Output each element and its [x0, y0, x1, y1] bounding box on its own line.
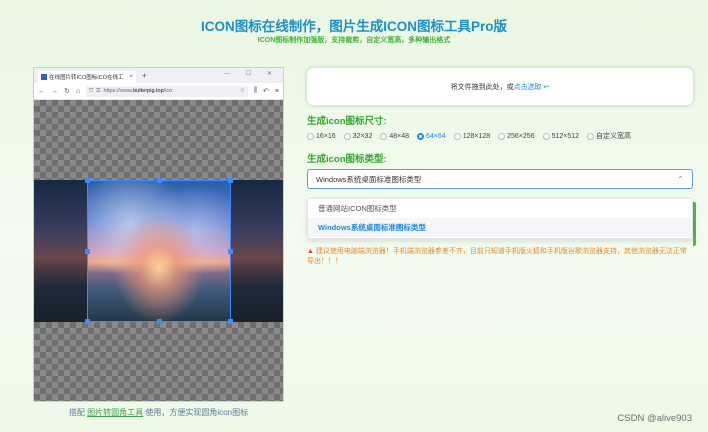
radio-icon[interactable]	[498, 132, 506, 140]
radio-icon[interactable]	[587, 132, 595, 140]
file-dropzone[interactable]: 将文件拖到此处，或 点击选取 ↩	[307, 68, 693, 105]
crop-handle[interactable]	[157, 319, 162, 324]
browser-warning: ▲ 建议使用电脑端浏览器！手机端浏览器参差不齐，目前只知道手机版火狐和手机版谷歌…	[307, 248, 687, 265]
radio-icon[interactable]	[417, 132, 425, 140]
undo-icon[interactable]: ↶	[263, 87, 269, 95]
browser-preview: 在线图片转ICO图标ICO在线工 × + — ☐ ✕ ← → ↻ ⌂ ⛉ ⚿ h…	[33, 67, 284, 402]
size-option-label: 512×512	[551, 132, 580, 140]
crop-handle[interactable]	[228, 178, 233, 183]
crop-box[interactable]	[85, 178, 233, 324]
left-caption: 搭配 图片转圆角工具 使用，方便实现圆角icon图标	[68, 408, 249, 417]
crop-handle[interactable]	[228, 249, 233, 254]
url-bar[interactable]: ⛉ ⚿ https://www.butterpig.top/ico ☆	[86, 85, 248, 97]
reload-icon[interactable]: ↻	[64, 87, 70, 95]
back-icon[interactable]: ←	[38, 88, 45, 95]
new-tab-button[interactable]: +	[142, 71, 147, 80]
size-option[interactable]: 256×256	[498, 132, 535, 140]
size-option-label: 48×48	[389, 132, 410, 140]
watermark: CSDN @alive903	[617, 413, 692, 424]
browser-tab-title: 在线图片转ICO图标ICO在线工	[49, 74, 124, 81]
size-option-label: 64×64	[426, 132, 446, 140]
size-option-label: 32×32	[352, 132, 373, 140]
browser-tabbar: 在线图片转ICO图标ICO在线工 × + — ☐ ✕	[34, 68, 283, 83]
size-section-title: 生成icon图标尺寸:	[307, 116, 387, 127]
image-canvas[interactable]	[34, 100, 283, 401]
url-text: https://www.butterpig.top/ico	[103, 88, 173, 94]
size-option[interactable]: 512×512	[542, 132, 580, 140]
browser-navbar: ← → ↻ ⌂ ⛉ ⚿ https://www.butterpig.top/ic…	[34, 83, 283, 100]
crop-handle[interactable]	[85, 319, 90, 324]
crop-handle[interactable]	[85, 178, 90, 183]
icon-type-dropdown: 普通网站ICON图标类型 Windows系统桌面标准图标类型	[307, 198, 693, 239]
icon-type-selected: Windows系统桌面标准图标类型	[316, 174, 422, 184]
generate-button-edge[interactable]	[693, 202, 696, 246]
crop-handle[interactable]	[228, 319, 233, 324]
size-option[interactable]: 128×128	[453, 132, 491, 140]
radio-icon[interactable]	[453, 132, 461, 140]
warning-icon: ▲	[307, 248, 314, 255]
radio-icon[interactable]	[542, 132, 550, 140]
page-title: ICON图标在线制作，图片生成ICON图标工具Pro版	[200, 19, 507, 34]
size-option-label: 16×16	[316, 132, 336, 140]
size-option[interactable]: 16×16	[307, 132, 336, 140]
size-option-label: 128×128	[462, 132, 491, 140]
crop-mask-right	[231, 180, 283, 322]
dropdown-option[interactable]: Windows系统桌面标准图标类型	[308, 218, 692, 237]
favicon-icon	[41, 73, 47, 80]
crop-mask-left	[34, 180, 87, 322]
size-option[interactable]: 48×48	[380, 132, 410, 140]
upload-icon: ↩	[543, 83, 550, 91]
browser-tab[interactable]: 在线图片转ICO图标ICO在线工 ×	[38, 70, 136, 83]
chevron-up-icon: ⌃	[677, 174, 684, 184]
size-option-label: 256×256	[507, 132, 535, 140]
shield-icon: ⛉	[89, 87, 94, 94]
page-subtitle: ICON图标制作加强版，支持裁剪，自定义宽高，多种输出格式	[257, 37, 451, 44]
dropzone-text: 将文件拖到此处，或	[450, 83, 514, 91]
star-icon[interactable]: ☆	[240, 88, 245, 94]
library-icon[interactable]: ⫼	[254, 87, 257, 95]
type-section-title: 生成icon图标类型:	[307, 154, 387, 165]
icon-type-select[interactable]: Windows系统桌面标准图标类型 ⌃	[307, 169, 693, 189]
menu-icon[interactable]: ≡	[275, 88, 279, 95]
size-option[interactable]: 32×32	[343, 132, 373, 140]
home-icon[interactable]: ⌂	[76, 88, 80, 95]
radio-icon[interactable]	[343, 132, 351, 140]
radio-icon[interactable]	[380, 132, 388, 140]
dropdown-option[interactable]: 普通网站ICON图标类型	[308, 199, 692, 218]
rounded-corner-tool-link[interactable]: 图片转圆角工具	[87, 408, 143, 417]
crop-handle[interactable]	[85, 249, 90, 254]
size-option-label: 自定义宽高	[596, 133, 632, 140]
select-file-link[interactable]: 点击选取 ↩	[514, 82, 550, 92]
size-option[interactable]: 64×64	[417, 132, 446, 140]
window-controls[interactable]: — ☐ ✕	[224, 70, 279, 77]
crop-handle[interactable]	[157, 178, 162, 183]
size-option[interactable]: 自定义宽高	[587, 131, 631, 141]
radio-icon[interactable]	[307, 132, 314, 140]
lock-icon: ⚿	[96, 87, 101, 94]
size-radio-group: 16×16 32×32 48×48 64×64 128×128 256×256 512×51…	[307, 131, 631, 141]
forward-icon[interactable]: →	[51, 88, 58, 95]
close-icon[interactable]: ×	[129, 74, 133, 80]
